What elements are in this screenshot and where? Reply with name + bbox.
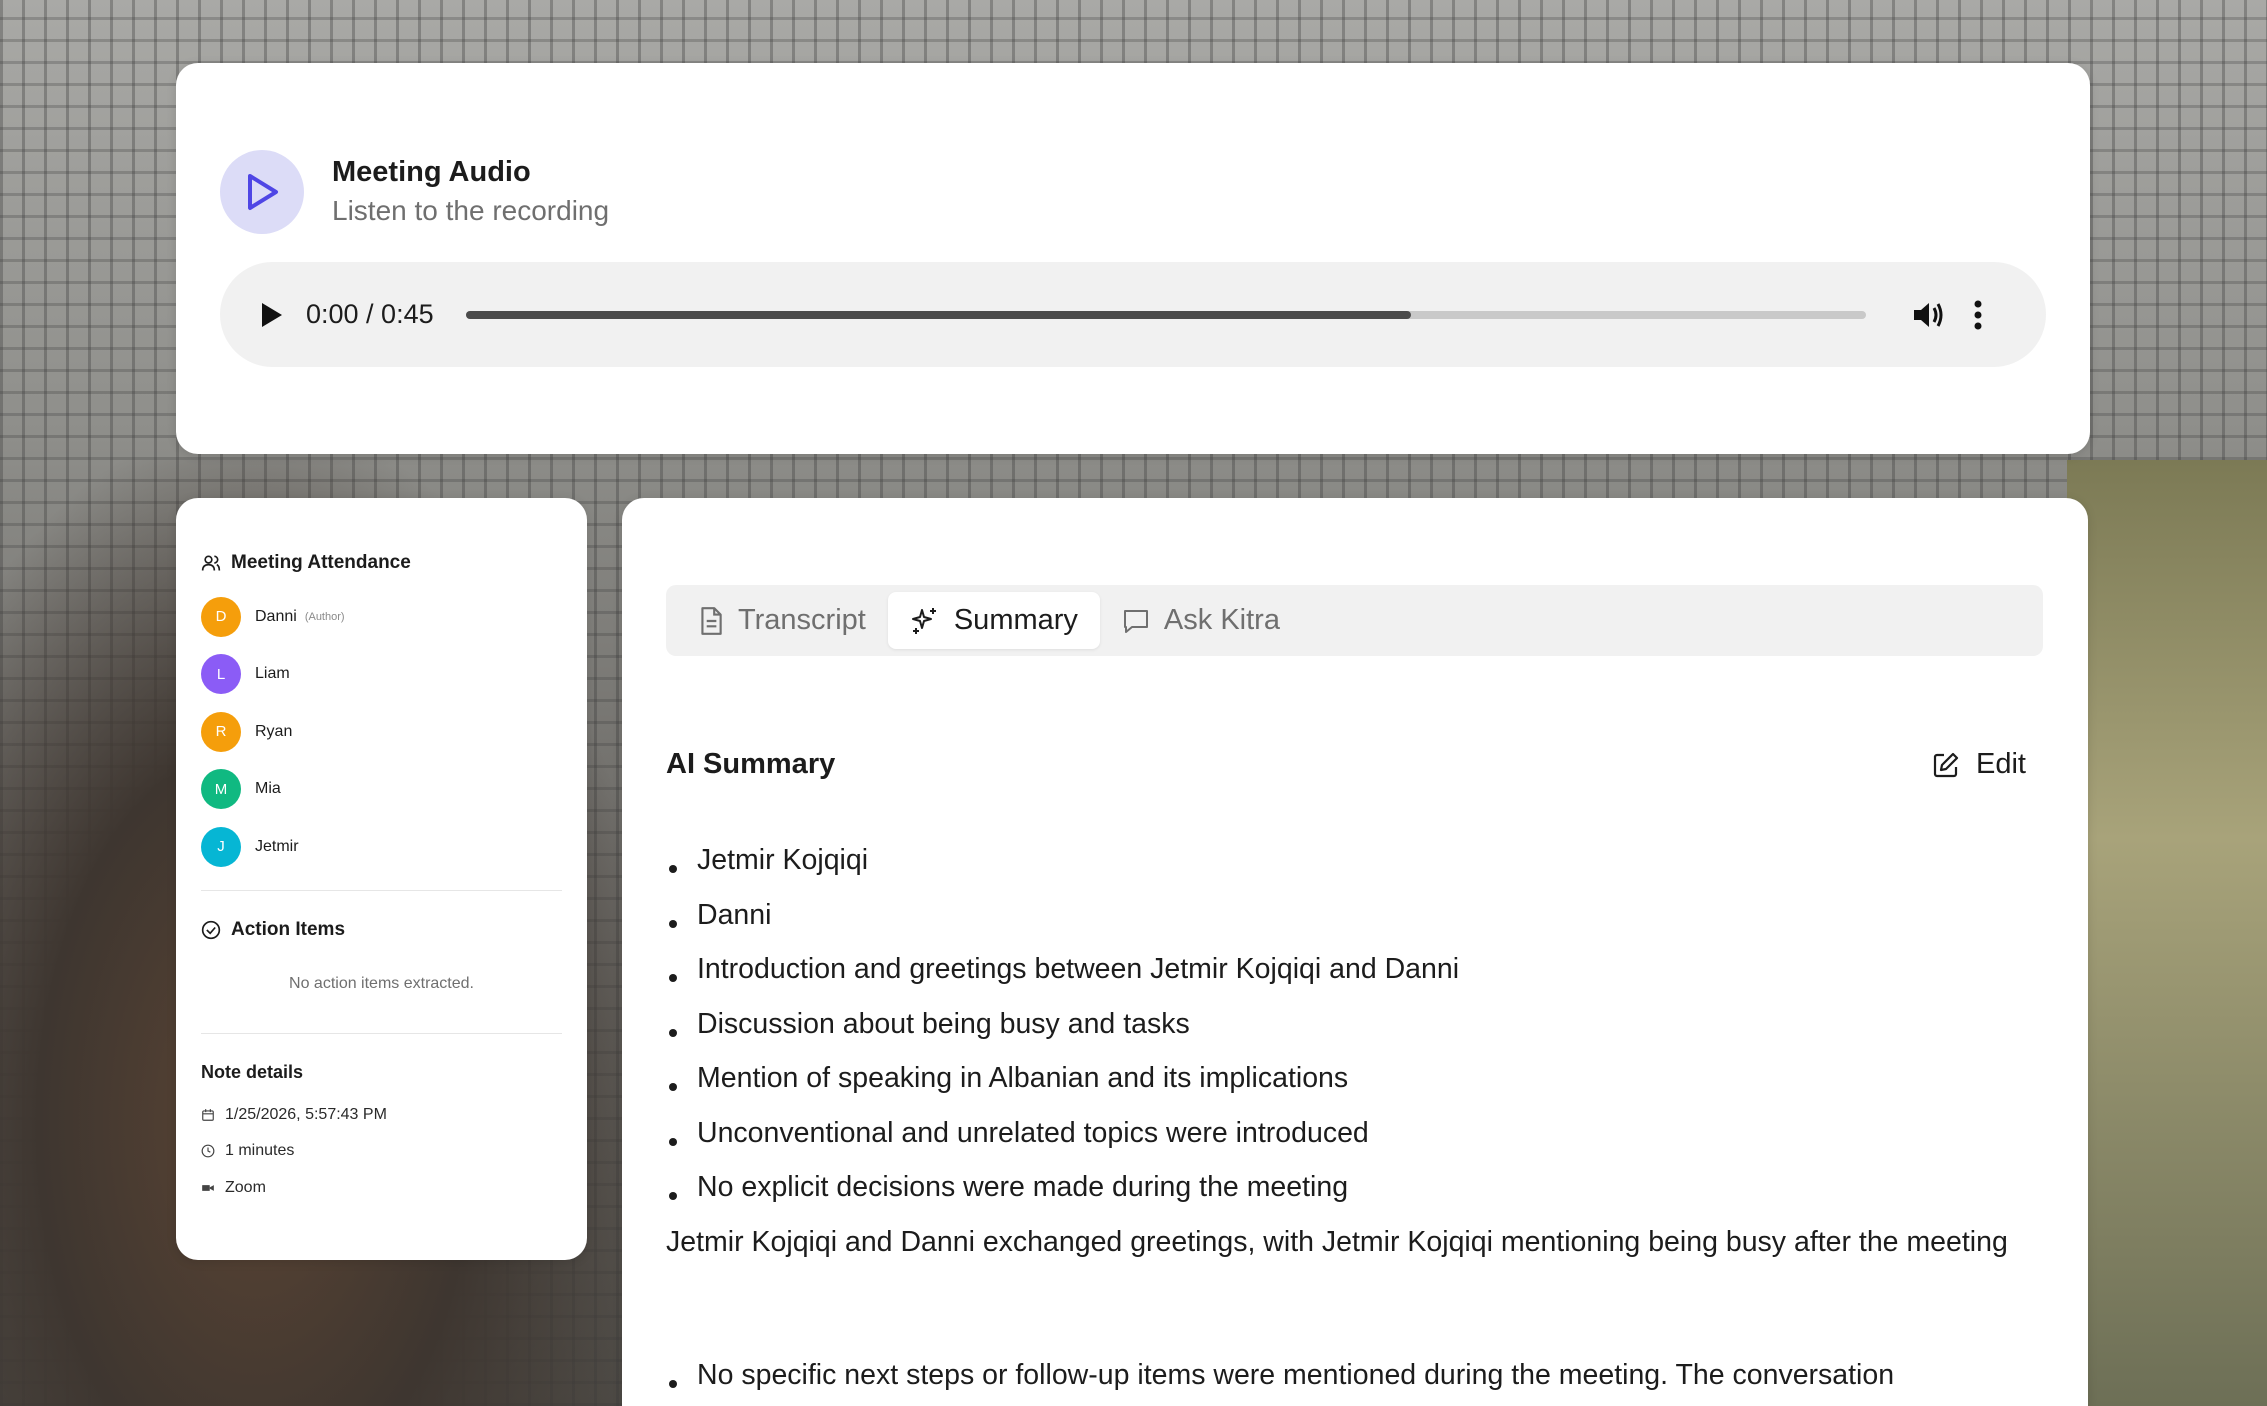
calendar-icon [202, 1108, 214, 1121]
player-more-button[interactable] [1972, 297, 1984, 333]
note-date: 1/25/2026, 5:57:43 PM [225, 1105, 387, 1123]
chat-icon [1123, 609, 1148, 633]
list-item: Unconventional and unrelated topics were… [666, 1106, 2043, 1161]
volume-icon [1914, 302, 1943, 327]
avatar: L [201, 654, 241, 695]
more-vertical-icon [1974, 300, 1982, 329]
summary-title: AI Summary [666, 748, 836, 780]
tab-summary[interactable]: Summary [887, 592, 1100, 649]
attendee-name: Liam [255, 665, 290, 683]
meeting-sidebar: Meeting Attendance D Danni (Author) L Li… [176, 498, 587, 1260]
list-item: Danni [666, 888, 2043, 943]
note-details-title: Note details [201, 1061, 304, 1082]
note-duration-row: 1 minutes [201, 1133, 562, 1170]
edit-icon [1933, 752, 1959, 777]
attendee-name: Jetmir [255, 837, 299, 855]
tab-label: Transcript [738, 604, 866, 636]
attendee-row: D Danni (Author) [201, 588, 562, 646]
audio-header: Meeting Audio Listen to the recording [220, 150, 609, 234]
list-item: No explicit decisions were made during t… [666, 1160, 2043, 1215]
tab-bar: Transcript Summary Ask Kitra [666, 585, 2043, 656]
users-icon [201, 555, 221, 571]
attendee-row: M Mia [201, 761, 562, 819]
attendee-name: Danni [255, 607, 297, 625]
summary-header: AI Summary Edit [666, 748, 2026, 781]
note-platform: Zoom [225, 1178, 266, 1196]
action-items-empty: No action items extracted. [289, 974, 474, 992]
summary-bullets: Jetmir Kojqiqi Danni Introduction and gr… [666, 833, 2043, 1215]
player-progress-slider[interactable] [466, 310, 1866, 319]
divider [201, 1032, 562, 1034]
attendee-row: J Jetmir [201, 818, 562, 876]
attendee-name: Ryan [255, 722, 293, 740]
player-progress-fill [466, 310, 1411, 319]
list-item: Mention of speaking in Albanian and its … [666, 1051, 2043, 1106]
summary-panel: Transcript Summary Ask Kitra AI Summary … [622, 498, 2088, 1406]
attendance-list: D Danni (Author) L Liam R Ryan M Mia J J… [201, 588, 562, 876]
edit-label: Edit [1976, 748, 2026, 780]
play-icon [248, 174, 278, 210]
background-blur-right [2067, 460, 2267, 1406]
summary-paragraph: Jetmir Kojqiqi and Danni exchanged greet… [666, 1226, 2008, 1258]
volume-button[interactable] [1910, 297, 1946, 333]
tab-label: Ask Kitra [1163, 604, 1280, 636]
action-items-header: Action Items [201, 917, 562, 943]
meeting-audio-card: Meeting Audio Listen to the recording 0:… [176, 63, 2090, 454]
list-item: Introduction and greetings between Jetmi… [666, 942, 2043, 997]
audio-subtitle: Listen to the recording [332, 195, 610, 226]
list-item: Discussion about being busy and tasks [666, 997, 2043, 1052]
attendance-header: Meeting Attendance [201, 550, 562, 576]
clock-icon [201, 1144, 215, 1158]
tab-transcript[interactable]: Transcript [676, 592, 888, 649]
tab-ask-kitra[interactable]: Ask Kitra [1100, 592, 1302, 649]
list-item: Jetmir Kojqiqi [666, 833, 2043, 888]
action-items-title: Action Items [231, 918, 346, 940]
list-item: No specific next steps or follow-up item… [666, 1348, 2043, 1403]
divider [201, 889, 562, 891]
sparkles-icon [911, 607, 936, 634]
attendee-name: Mia [255, 780, 281, 798]
avatar: M [201, 769, 241, 810]
video-icon [202, 1184, 214, 1191]
document-icon [701, 606, 722, 635]
attendee-row: L Liam [201, 646, 562, 704]
next-steps-bullets: No specific next steps or follow-up item… [666, 1348, 2043, 1403]
tab-label: Summary [953, 604, 1078, 636]
note-platform-row: Zoom [201, 1170, 562, 1207]
attendee-row: R Ryan [201, 703, 562, 761]
note-date-row: 1/25/2026, 5:57:43 PM [201, 1097, 562, 1134]
play-icon [262, 302, 282, 327]
avatar: J [201, 826, 241, 867]
attendance-title: Meeting Attendance [231, 552, 411, 573]
audio-player: 0:00 / 0:45 [220, 262, 2046, 367]
play-circle-icon[interactable] [220, 150, 304, 234]
note-duration: 1 minutes [225, 1142, 295, 1160]
avatar: R [201, 711, 241, 752]
avatar: D [201, 596, 241, 637]
check-circle-icon [201, 920, 221, 939]
attendee-role: (Author) [304, 610, 345, 623]
player-time: 0:00 / 0:45 [306, 299, 434, 329]
edit-button[interactable]: Edit [1932, 748, 2026, 781]
audio-title: Meeting Audio [332, 156, 531, 188]
player-play-button[interactable] [258, 300, 288, 330]
